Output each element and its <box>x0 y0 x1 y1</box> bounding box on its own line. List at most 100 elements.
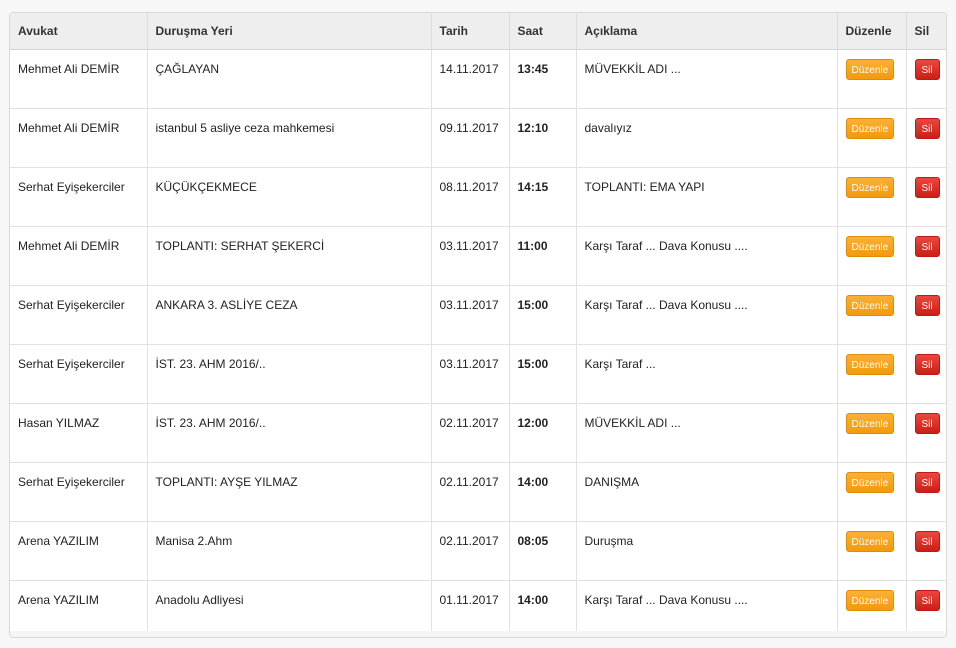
edit-button[interactable]: Düzenle <box>845 176 895 198</box>
cell-delete: Sil <box>906 49 946 109</box>
cell-time: 08:05 <box>509 521 577 581</box>
cell-date: 02.11.2017 <box>431 462 510 522</box>
cell-hearing-place: İST. 23. AHM 2016/.. <box>147 403 432 463</box>
edit-button[interactable]: Düzenle <box>845 58 895 80</box>
cell-time: 11:00 <box>509 226 577 286</box>
cell-delete: Sil <box>906 108 946 168</box>
cell-time: 14:00 <box>509 580 577 637</box>
table-row: Arena YAZILIM Anadolu Adliyesi 01.11.2017 1… <box>10 580 946 637</box>
cell-edit: Düzenle <box>837 226 907 286</box>
cell-date: 14.11.2017 <box>431 49 510 109</box>
edit-button[interactable]: Düzenle <box>845 294 895 316</box>
delete-button[interactable]: Sil <box>914 235 940 257</box>
cell-delete: Sil <box>906 285 946 345</box>
cell-description: DANIŞMA <box>576 462 838 522</box>
cell-date: 02.11.2017 <box>431 521 510 581</box>
cell-hearing-place: istanbul 5 asliye ceza mahkemesi <box>147 108 432 168</box>
cell-lawyer: Hasan YILMAZ <box>10 403 148 463</box>
header-hearing-place: Duruşma Yeri <box>147 13 432 50</box>
edit-button[interactable]: Düzenle <box>845 412 895 434</box>
header-date: Tarih <box>431 13 510 50</box>
cell-hearing-place: Anadolu Adliyesi <box>147 580 432 637</box>
cell-delete: Sil <box>906 344 946 404</box>
cell-description: Duruşma <box>576 521 838 581</box>
cell-description: TOPLANTI: EMA YAPI <box>576 167 838 227</box>
cell-edit: Düzenle <box>837 521 907 581</box>
delete-button[interactable]: Sil <box>914 176 940 198</box>
cell-time: 13:45 <box>509 49 577 109</box>
panel-footer <box>10 631 946 637</box>
cell-edit: Düzenle <box>837 403 907 463</box>
cell-hearing-place: Manisa 2.Ahm <box>147 521 432 581</box>
cell-hearing-place: TOPLANTI: AYŞE YILMAZ <box>147 462 432 522</box>
cell-delete: Sil <box>906 167 946 227</box>
table-row: Serhat Eyişekerciler KÜÇÜKÇEKMECE 08.11.20… <box>10 167 946 227</box>
cell-description: davalıyız <box>576 108 838 168</box>
cell-edit: Düzenle <box>837 580 907 637</box>
cell-lawyer: Serhat Eyişekerciler <box>10 344 148 404</box>
cell-description: Karşı Taraf ... Dava Konusu .... <box>576 580 838 637</box>
cell-description: MÜVEKKİL ADI ... <box>576 49 838 109</box>
cell-edit: Düzenle <box>837 49 907 109</box>
delete-button[interactable]: Sil <box>914 471 940 493</box>
cell-time: 12:10 <box>509 108 577 168</box>
delete-button[interactable]: Sil <box>914 117 940 139</box>
edit-button[interactable]: Düzenle <box>845 589 895 611</box>
cell-delete: Sil <box>906 462 946 522</box>
table-row: Hasan YILMAZ İST. 23. AHM 2016/.. 02.11.20… <box>10 403 946 463</box>
table-body: Mehmet Ali DEMİR ÇAĞLAYAN 14.11.2017 13:45 M… <box>10 49 946 637</box>
table-row: Serhat Eyişekerciler ANKARA 3. ASLİYE CEZ… <box>10 285 946 345</box>
delete-button[interactable]: Sil <box>914 589 940 611</box>
cell-time: 15:00 <box>509 344 577 404</box>
cell-date: 03.11.2017 <box>431 226 510 286</box>
cell-hearing-place: ANKARA 3. ASLİYE CEZA <box>147 285 432 345</box>
delete-button[interactable]: Sil <box>914 412 940 434</box>
edit-button[interactable]: Düzenle <box>845 117 895 139</box>
header-edit: Düzenle <box>837 13 907 50</box>
cell-lawyer: Arena YAZILIM <box>10 521 148 581</box>
cell-description: MÜVEKKİL ADI ... <box>576 403 838 463</box>
table-row: Mehmet Ali DEMİR TOPLANTI: SERHAT ŞEKERCİ… <box>10 226 946 286</box>
cell-hearing-place: KÜÇÜKÇEKMECE <box>147 167 432 227</box>
table-row: Serhat Eyişekerciler İST. 23. AHM 2016/..… <box>10 344 946 404</box>
cell-delete: Sil <box>906 580 946 637</box>
cell-hearing-place: ÇAĞLAYAN <box>147 49 432 109</box>
edit-button[interactable]: Düzenle <box>845 471 895 493</box>
cell-description: Karşı Taraf ... Dava Konusu .... <box>576 285 838 345</box>
cell-time: 14:15 <box>509 167 577 227</box>
cell-description: Karşı Taraf ... Dava Konusu .... <box>576 226 838 286</box>
edit-button[interactable]: Düzenle <box>845 235 895 257</box>
cell-date: 01.11.2017 <box>431 580 510 637</box>
cell-lawyer: Arena YAZILIM <box>10 580 148 637</box>
cell-edit: Düzenle <box>837 462 907 522</box>
delete-button[interactable]: Sil <box>914 58 940 80</box>
edit-button[interactable]: Düzenle <box>845 353 895 375</box>
delete-button[interactable]: Sil <box>914 353 940 375</box>
cell-date: 09.11.2017 <box>431 108 510 168</box>
cell-edit: Düzenle <box>837 108 907 168</box>
header-lawyer: Avukat <box>10 13 148 50</box>
table-row: Arena YAZILIM Manisa 2.Ahm 02.11.2017 08:05… <box>10 521 946 581</box>
cell-date: 02.11.2017 <box>431 403 510 463</box>
hearings-table: Avukat Duruşma Yeri Tarih Saat Açıklama … <box>10 13 946 637</box>
cell-lawyer: Serhat Eyişekerciler <box>10 167 148 227</box>
cell-lawyer: Serhat Eyişekerciler <box>10 462 148 522</box>
delete-button[interactable]: Sil <box>914 530 940 552</box>
cell-edit: Düzenle <box>837 344 907 404</box>
cell-delete: Sil <box>906 403 946 463</box>
cell-description: Karşı Taraf ... <box>576 344 838 404</box>
cell-time: 15:00 <box>509 285 577 345</box>
cell-hearing-place: İST. 23. AHM 2016/.. <box>147 344 432 404</box>
cell-delete: Sil <box>906 226 946 286</box>
hearings-panel: Avukat Duruşma Yeri Tarih Saat Açıklama … <box>9 12 947 638</box>
cell-date: 03.11.2017 <box>431 285 510 345</box>
header-time: Saat <box>509 13 577 50</box>
cell-edit: Düzenle <box>837 285 907 345</box>
delete-button[interactable]: Sil <box>914 294 940 316</box>
cell-lawyer: Mehmet Ali DEMİR <box>10 226 148 286</box>
table-row: Mehmet Ali DEMİR istanbul 5 asliye ceza m… <box>10 108 946 168</box>
table-header-row: Avukat Duruşma Yeri Tarih Saat Açıklama … <box>10 13 946 50</box>
cell-date: 08.11.2017 <box>431 167 510 227</box>
edit-button[interactable]: Düzenle <box>845 530 895 552</box>
cell-time: 14:00 <box>509 462 577 522</box>
